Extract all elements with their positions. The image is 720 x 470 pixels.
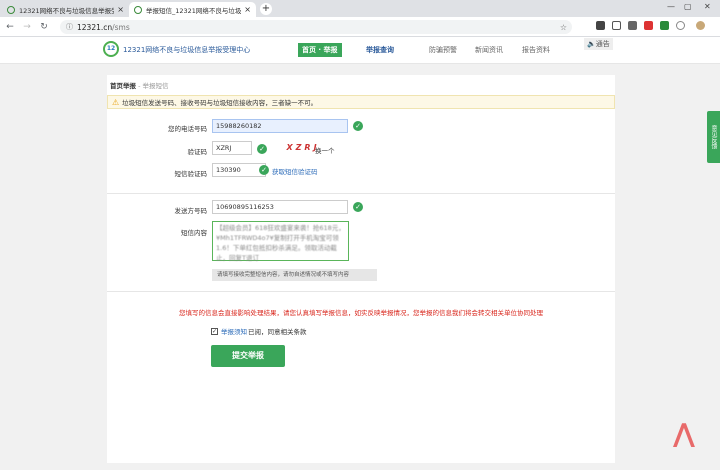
feedback-side-button[interactable]: 意见反馈 <box>707 111 720 163</box>
refresh-captcha-link[interactable]: 换一个 <box>315 145 335 155</box>
speaker-icon: 🔈 <box>587 40 596 48</box>
minimize-icon[interactable]: — <box>667 2 675 11</box>
sender-label: 发送方号码 <box>174 207 208 215</box>
tab-12321-home[interactable]: 12321网络不良与垃圾信息举报受... × <box>2 2 129 17</box>
forward-icon[interactable]: → <box>20 22 34 32</box>
phone-label: 您的电话号码 <box>168 125 207 133</box>
nav-news[interactable]: 新闻资讯 <box>471 43 507 57</box>
site-favicon-icon <box>7 5 15 14</box>
section-divider <box>107 291 615 292</box>
page-content: 12 12321网络不良与垃圾信息举报受理中心 首页 · 举报 举报查询 防骗预… <box>0 37 720 470</box>
nav-home-report[interactable]: 首页 · 举报 <box>298 43 342 57</box>
nav-fraud-warning[interactable]: 防骗预警 <box>425 43 461 57</box>
phone-valid-icon: ✓ <box>353 121 363 131</box>
reload-icon[interactable]: ↻ <box>37 22 51 32</box>
site-logo[interactable]: 12 <box>103 41 119 57</box>
warning-text: 垃圾短信发送号码、接收号码与垃圾短信接收内容，三者缺一不可。 <box>122 99 318 107</box>
site-header: 12 12321网络不良与垃圾信息举报受理中心 首页 · 举报 举报查询 防骗预… <box>0 37 720 64</box>
extension-green-icon[interactable] <box>660 21 669 30</box>
agreement-row: ✓ 举报须知 已阅，同意相关条款 <box>211 326 307 336</box>
section-divider <box>107 193 615 194</box>
sms-content-text: 【超级会员】618狂欢盛宴来袭！抢618元，¥Mh1TFRWD4o7¥复制打开手… <box>216 224 345 262</box>
breadcrumb-home[interactable]: 首页举报 <box>110 82 136 90</box>
url-host: 12321.cn <box>77 22 113 32</box>
extension-pocket-icon[interactable] <box>612 21 621 30</box>
agree-text: 已阅，同意相关条款 <box>248 328 307 336</box>
nav-query[interactable]: 举报查询 <box>362 43 398 57</box>
submit-report-button[interactable]: 提交举报 <box>211 345 285 367</box>
logo-text: 12321网络不良与垃圾信息举报受理中心 <box>123 46 251 54</box>
notice-button[interactable]: 🔈通告 <box>584 38 613 50</box>
address-bar[interactable]: ⓘ 12321.cn /sms ☆ <box>60 20 572 34</box>
tab-strip: 12321网络不良与垃圾信息举报受... × 举报短信_12321网络不良与垃圾… <box>0 0 720 17</box>
captcha-valid-icon: ✓ <box>257 144 267 154</box>
new-tab-button[interactable]: + <box>260 3 272 15</box>
maximize-icon[interactable]: ▢ <box>684 2 692 11</box>
extension-user-icon[interactable] <box>596 21 605 30</box>
site-favicon-icon <box>134 5 142 14</box>
breadcrumb: 首页举报 - 举报短信 <box>110 80 169 90</box>
close-tab-icon[interactable]: × <box>244 5 251 14</box>
sms-code-input[interactable]: 130390 <box>212 163 266 177</box>
warning-banner: ⚠ 垃圾短信发送号码、接收号码与垃圾短信接收内容，三者缺一不可。 <box>107 95 615 109</box>
back-icon[interactable]: ← <box>3 22 17 32</box>
report-terms-link[interactable]: 举报须知 <box>221 326 247 336</box>
content-label: 短信内容 <box>181 229 207 237</box>
extension-grid-icon[interactable] <box>628 21 637 30</box>
breadcrumb-current: 举报短信 <box>142 82 169 90</box>
bookmark-star-icon[interactable]: ☆ <box>560 23 567 32</box>
info-icon[interactable]: ⓘ <box>66 22 73 32</box>
warning-icon: ⚠ <box>112 97 120 107</box>
sms-content-textarea[interactable]: 【超级会员】618狂欢盛宴来袭！抢618元，¥Mh1TFRWD4o7¥复制打开手… <box>212 221 349 262</box>
notice-text: 您填写的信息会直接影响处理结果，请您认真填写举报信息，如实反映举报情况，您举报的… <box>179 309 543 317</box>
nav-reports[interactable]: 报告资料 <box>518 43 554 57</box>
report-form-panel: 首页举报 - 举报短信 ⚠ 垃圾短信发送号码、接收号码与垃圾短信接收内容，三者缺… <box>107 75 615 463</box>
captcha-label: 验证码 <box>187 148 208 156</box>
sms-code-valid-icon: ✓ <box>259 165 269 175</box>
tab-title: 12321网络不良与垃圾信息举报受... <box>19 6 115 15</box>
tab-title: 举报短信_12321网络不良与垃圾... <box>146 6 242 15</box>
tab-report-sms[interactable]: 举报短信_12321网络不良与垃圾... × <box>129 2 256 17</box>
close-tab-icon[interactable]: × <box>117 5 124 14</box>
sender-input[interactable]: 10690895116253 <box>212 200 348 214</box>
get-sms-code-link[interactable]: 获取短信验证码 <box>272 166 318 176</box>
notice-label: 通告 <box>595 40 610 48</box>
url-path: /sms <box>112 22 130 32</box>
content-hint: 请填写接收完整短信内容，请勿自述情况或不填写内容 <box>212 269 377 281</box>
phone-input[interactable]: 15988260182 <box>212 119 348 133</box>
watermark-logo: ⋀ <box>673 419 695 449</box>
sender-valid-icon: ✓ <box>353 202 363 212</box>
extension-red-icon[interactable] <box>644 21 653 30</box>
captcha-input[interactable]: XZRJ <box>212 141 252 155</box>
extension-cloud-icon[interactable] <box>676 21 685 30</box>
agree-checkbox[interactable]: ✓ <box>211 327 218 335</box>
sms-code-label: 短信验证码 <box>174 170 208 178</box>
close-window-icon[interactable]: ✕ <box>704 2 711 11</box>
profile-avatar[interactable] <box>696 21 705 30</box>
